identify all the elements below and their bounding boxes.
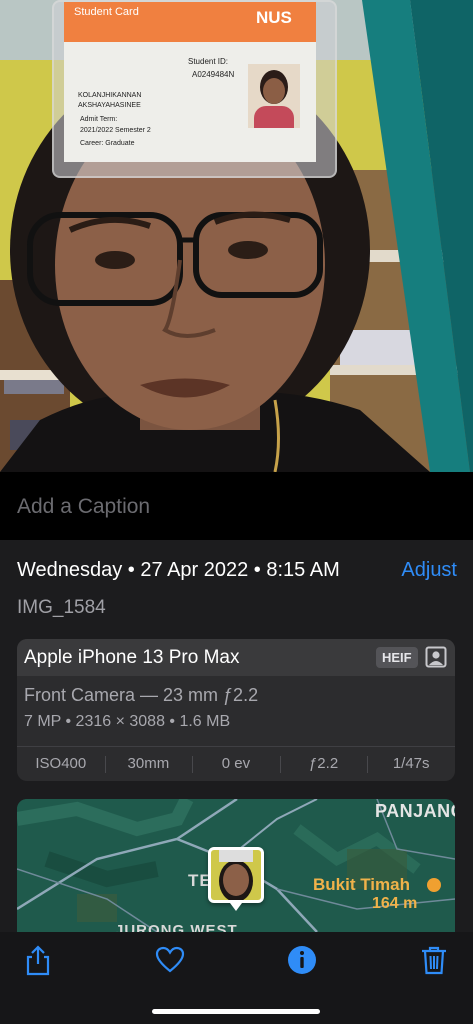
camera-info-card: Apple iPhone 13 Pro Max HEIF Front Camer… — [17, 639, 455, 781]
exif-shutter-speed: 1/47s — [367, 747, 455, 781]
device-name: Apple iPhone 13 Pro Max — [24, 647, 240, 668]
student-name-line2: AKSHAYAHASINEE — [78, 102, 141, 109]
trash-icon[interactable] — [418, 944, 450, 976]
id-photo — [248, 64, 300, 128]
exif-iso: ISO400 — [35, 755, 87, 772]
student-name-line1: KOLANJHIKANNAN — [78, 92, 142, 99]
card-header: Student Card — [74, 6, 139, 18]
home-indicator[interactable] — [152, 1009, 320, 1014]
photo-viewer[interactable]: Student Card NUS Student ID: A0249484N K… — [0, 0, 473, 472]
caption-input[interactable] — [17, 492, 447, 522]
exif-focal-length: 30mm — [104, 747, 193, 781]
portrait-icon — [425, 646, 447, 668]
info-panel: Wednesday • 27 Apr 2022 • 8:15 AM Adjust… — [0, 540, 473, 932]
mountain-peak-icon — [427, 878, 441, 892]
map-label-bukit-timah: Bukit Timah — [313, 875, 410, 894]
admit-term-value: 2021/2022 Semester 2 — [80, 127, 151, 134]
student-id-card: Student Card NUS Student ID: A0249484N K… — [52, 0, 337, 178]
capture-datetime: Wednesday • 27 Apr 2022 • 8:15 AM — [17, 559, 340, 581]
photo-location-pin[interactable] — [208, 847, 264, 911]
student-id-label: Student ID: — [188, 57, 229, 66]
university-logo: NUS — [256, 8, 292, 27]
exif-row: ISO400 30mm 0 ev ƒ2.2 1/47s — [17, 746, 455, 781]
caption-area — [0, 472, 473, 540]
exif-exposure-bias: 0 ev — [192, 747, 280, 781]
format-badge: HEIF — [376, 647, 418, 668]
camera-card-header: Apple iPhone 13 Pro Max HEIF — [17, 639, 455, 676]
heart-icon[interactable] — [154, 944, 186, 976]
exif-aperture: ƒ2.2 — [279, 747, 368, 781]
pin-thumbnail — [211, 850, 261, 900]
map-label-jurong-west: JURONG WEST — [115, 922, 238, 932]
location-map[interactable]: PANJANG TE Bukit Timah 164 m JURONG WEST — [17, 799, 455, 932]
map-label-elevation: 164 m — [372, 895, 418, 912]
student-id-value: A0249484N — [192, 70, 235, 79]
datetime-row: Wednesday • 27 Apr 2022 • 8:15 AM Adjust — [17, 559, 457, 587]
share-icon[interactable] — [22, 944, 54, 976]
adjust-button[interactable]: Adjust — [401, 559, 457, 582]
map-label-panjang: PANJANG — [375, 801, 455, 821]
lens-info: Front Camera — 23 mm ƒ2.2 — [24, 685, 259, 705]
image-specs: 7 MP • 2316 × 3088 • 1.6 MB — [24, 713, 231, 730]
file-name: IMG_1584 — [17, 597, 106, 618]
admit-term-label: Admit Term: — [80, 116, 118, 123]
career-text: Career: Graduate — [80, 140, 135, 147]
info-icon[interactable] — [286, 944, 318, 976]
bottom-toolbar — [0, 932, 473, 1024]
